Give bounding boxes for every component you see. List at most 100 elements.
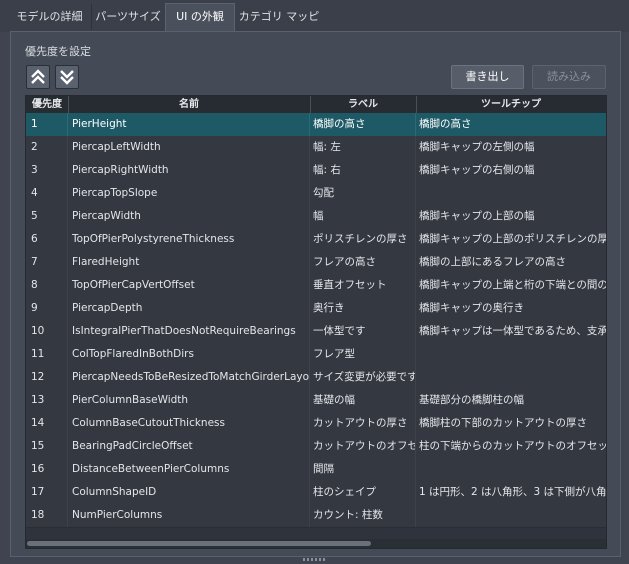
priority-cell[interactable]: 12 [26, 366, 68, 389]
priority-cell[interactable]: 8 [26, 274, 68, 297]
label-cell[interactable]: 垂直オフセット [310, 274, 416, 297]
priority-cell[interactable]: 16 [26, 458, 68, 481]
tooltip-cell[interactable]: 柱の下端からのカットアウトのオフセット [416, 435, 606, 458]
tooltip-cell[interactable]: 橋脚柱の下部のカットアウトの厚さ [416, 412, 606, 435]
tooltip-cell[interactable]: 橋脚の高さ [416, 113, 606, 136]
table-row[interactable]: 7 FlaredHeight フレアの高さ 橋脚の上部にあるフレアの高さ [26, 251, 606, 275]
name-cell[interactable]: FlaredHeight [68, 251, 310, 274]
import-button[interactable]: 読み込み [532, 65, 606, 89]
name-cell[interactable]: ColumnShapeID [68, 481, 310, 504]
tooltip-cell[interactable]: 橋脚キャップの左側の幅 [416, 136, 606, 159]
tooltip-cell[interactable] [416, 504, 606, 527]
name-cell[interactable]: NumPierColumns [68, 504, 310, 527]
tooltip-cell[interactable]: 橋脚キャップの奥行き [416, 297, 606, 320]
table-row[interactable]: 18 NumPierColumns カウント: 柱数 [26, 504, 606, 528]
label-cell[interactable]: フレア型 [310, 343, 416, 366]
label-cell[interactable]: サイズ変更が必要です [310, 366, 416, 389]
tab-ui-appearance[interactable]: UI の外観 [165, 3, 235, 32]
label-cell[interactable]: 柱のシェイプ [310, 481, 416, 504]
name-cell[interactable]: BearingPadCircleOffset [68, 435, 310, 458]
tab-category-mapping[interactable]: カテゴリ マッピング [234, 4, 324, 49]
label-cell[interactable]: 基礎の幅 [310, 389, 416, 412]
column-header-tooltip[interactable]: ツールチップ [416, 96, 606, 113]
name-cell[interactable]: PierColumnBaseWidth [68, 389, 310, 412]
name-cell[interactable]: PiercapRightWidth [68, 159, 310, 182]
tooltip-cell[interactable] [416, 182, 606, 205]
priority-cell[interactable]: 18 [26, 504, 68, 527]
priority-cell[interactable]: 3 [26, 159, 68, 182]
resize-grip[interactable] [303, 558, 325, 561]
label-cell[interactable]: 幅 [310, 205, 416, 228]
label-cell[interactable]: 幅: 右 [310, 159, 416, 182]
table-row[interactable]: 8 TopOfPierCapVertOffset 垂直オフセット 橋脚キャップの上端と… [26, 274, 606, 298]
priority-cell[interactable]: 15 [26, 435, 68, 458]
label-cell[interactable]: 勾配 [310, 182, 416, 205]
name-cell[interactable]: DistanceBetweenPierColumns [68, 458, 310, 481]
priority-cell[interactable]: 2 [26, 136, 68, 159]
priority-cell[interactable]: 9 [26, 297, 68, 320]
priority-cell[interactable]: 1 [26, 113, 68, 136]
label-cell[interactable]: カットアウトの厚さ [310, 412, 416, 435]
column-header-label[interactable]: ラベル [310, 96, 417, 113]
column-header-priority[interactable]: 優先度 [26, 96, 69, 113]
label-cell[interactable]: カウント: 柱数 [310, 504, 416, 527]
table-row[interactable]: 5 PiercapWidth 幅橋脚キャップの上部の幅 [26, 205, 606, 229]
scrollbar-thumb[interactable] [27, 541, 371, 546]
name-cell[interactable]: TopOfPierPolystyreneThickness [68, 228, 310, 251]
name-cell[interactable]: ColTopFlaredInBothDirs [68, 343, 310, 366]
tab-part-sizes[interactable]: パーツサイズ [91, 4, 166, 30]
priority-cell[interactable]: 17 [26, 481, 68, 504]
priority-cell[interactable]: 7 [26, 251, 68, 274]
name-cell[interactable]: PiercapWidth [68, 205, 310, 228]
priority-cell[interactable]: 6 [26, 228, 68, 251]
name-cell[interactable]: IsIntegralPierThatDoesNotRequireBearings [68, 320, 310, 343]
name-cell[interactable]: PiercapDepth [68, 297, 310, 320]
tooltip-cell[interactable] [416, 366, 606, 389]
table-row[interactable]: 1 PierHeight 橋脚の高さ 橋脚の高さ [26, 113, 606, 137]
table-row[interactable]: 15BearingPadCircleOffsetカットアウトのオフセット柱の下端… [26, 435, 606, 459]
priority-down-button[interactable] [55, 65, 79, 89]
name-cell[interactable]: ColumnBaseCutoutThickness [68, 412, 310, 435]
tooltip-cell[interactable]: 橋脚キャップの右側の幅 [416, 159, 606, 182]
name-cell[interactable]: TopOfPierCapVertOffset [68, 274, 310, 297]
column-header-name[interactable]: 名前 [68, 96, 311, 113]
priority-cell[interactable]: 4 [26, 182, 68, 205]
table-row[interactable]: 2 PiercapLeftWidth 幅: 左橋脚キャップの左側の幅 [26, 136, 606, 160]
table-row[interactable]: 10 IsIntegralPierThatDoesNotRequireBearin… [26, 320, 606, 344]
tooltip-cell[interactable]: 橋脚キャップは一体型であるため、支承は必要ありません [416, 320, 606, 343]
table-row[interactable]: 17 ColumnShapeID 柱のシェイプ 1 は円形、2 は八角形、3 は下側が… [26, 481, 606, 505]
label-cell[interactable]: 奥行き [310, 297, 416, 320]
name-cell[interactable]: PiercapNeedsToBeResizedToMatchGirderLayo… [68, 366, 310, 389]
label-cell[interactable]: 間隔 [310, 458, 416, 481]
table-row[interactable]: 12 PiercapNeedsToBeResizedToMatchGirderLa… [26, 366, 606, 390]
label-cell[interactable]: 幅: 左 [310, 136, 416, 159]
label-cell[interactable]: フレアの高さ [310, 251, 416, 274]
priority-cell[interactable]: 10 [26, 320, 68, 343]
priority-cell[interactable]: 13 [26, 389, 68, 412]
tooltip-cell[interactable]: 1 は円形、2 は八角形、3 は下側が八角形 [416, 481, 606, 504]
name-cell[interactable]: PierHeight [68, 113, 310, 136]
table-row[interactable]: 16 DistanceBetweenPierColumns 間隔 [26, 458, 606, 482]
name-cell[interactable]: PiercapTopSlope [68, 182, 310, 205]
tooltip-cell[interactable]: 基礎部分の橋脚柱の幅 [416, 389, 606, 412]
tooltip-cell[interactable] [416, 458, 606, 481]
tooltip-cell[interactable]: 橋脚キャップの上部の幅 [416, 205, 606, 228]
priority-up-button[interactable] [26, 65, 50, 89]
label-cell[interactable]: ポリスチレンの厚さ [310, 228, 416, 251]
label-cell[interactable]: 一体型です [310, 320, 416, 343]
horizontal-scrollbar[interactable] [26, 539, 606, 548]
table-row[interactable]: 6 TopOfPierPolystyreneThickness ポリスチレンの厚さ橋… [26, 228, 606, 252]
priority-cell[interactable]: 11 [26, 343, 68, 366]
priority-cell[interactable]: 14 [26, 412, 68, 435]
tooltip-cell[interactable]: 橋脚の上部にあるフレアの高さ [416, 251, 606, 274]
table-row[interactable]: 14 ColumnBaseCutoutThickness カットアウトの厚さ 橋脚柱の… [26, 412, 606, 436]
tooltip-cell[interactable] [416, 343, 606, 366]
table-row[interactable]: 4 PiercapTopSlope 勾配 [26, 182, 606, 206]
tab-model-details[interactable]: モデルの詳細 [8, 4, 92, 30]
export-button[interactable]: 書き出し [451, 65, 524, 89]
table-row[interactable]: 11 ColTopFlaredInBothDirs フレア型 [26, 343, 606, 367]
label-cell[interactable]: カットアウトのオフセット [310, 435, 416, 458]
table-row[interactable]: 13 PierColumnBaseWidth 基礎の幅 基礎部分の橋脚柱の幅 [26, 389, 606, 413]
table-row[interactable]: 9 PiercapDepth 奥行き 橋脚キャップの奥行き [26, 297, 606, 321]
table-row[interactable]: 3 PiercapRightWidth 幅: 右橋脚キャップの右側の幅 [26, 159, 606, 183]
